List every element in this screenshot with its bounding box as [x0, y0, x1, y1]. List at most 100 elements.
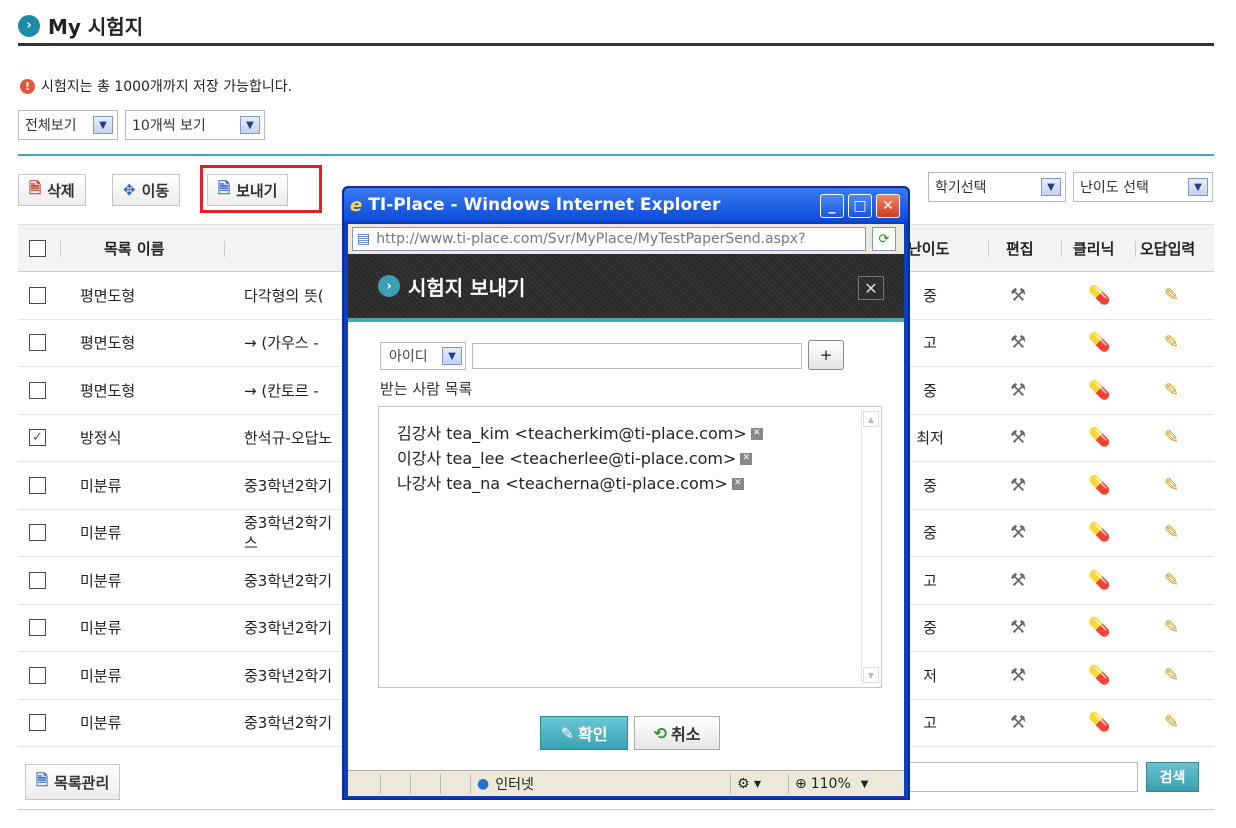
edit-tools-icon[interactable]: ⚒: [1010, 285, 1026, 306]
wrong-answer-note-icon[interactable]: ✎: [1164, 285, 1179, 306]
header-wrong: 오답입력: [1140, 239, 1196, 258]
edit-tools-icon[interactable]: ⚒: [1010, 712, 1026, 733]
list-manage-button[interactable]: 🗎 목록관리: [25, 764, 121, 800]
view-filter-select[interactable]: 전체보기 ▼: [18, 110, 118, 140]
recipient-text: 나강사 tea_na <teacherna@ti-place.com>: [397, 474, 728, 493]
move-button[interactable]: ✥ 이동: [112, 174, 181, 206]
wrong-answer-note-icon[interactable]: ✎: [1164, 522, 1179, 543]
row-title-cont: 스: [244, 533, 258, 552]
search-button[interactable]: 검색: [1146, 762, 1199, 792]
row-checkbox[interactable]: [29, 666, 46, 684]
wrong-answer-note-icon[interactable]: ✎: [1164, 380, 1179, 401]
zoom-icon: ⊕: [795, 776, 807, 792]
edit-tools-icon[interactable]: ⚒: [1010, 522, 1026, 543]
zoom-control[interactable]: ⊕ 110% ▼: [788, 774, 888, 794]
url-field[interactable]: ▤ http://www.ti-place.com/Svr/MyPlace/My…: [352, 227, 866, 251]
remove-icon[interactable]: ✕: [740, 452, 753, 465]
wrong-answer-note-icon[interactable]: ✎: [1164, 665, 1179, 686]
row-checkbox[interactable]: [29, 571, 46, 589]
row-title[interactable]: 중3학년2학기: [244, 712, 332, 733]
row-difficulty: 중: [923, 286, 937, 305]
wrong-answer-note-icon[interactable]: ✎: [1164, 617, 1179, 638]
clinic-pill-icon[interactable]: 💊: [1088, 522, 1110, 543]
scroll-down-icon[interactable]: ▼: [863, 667, 879, 683]
row-checkbox[interactable]: [29, 619, 46, 637]
edit-tools-icon[interactable]: ⚒: [1010, 570, 1026, 591]
row-checkbox[interactable]: [29, 524, 46, 542]
difficulty-select[interactable]: 난이도 선택 ▼: [1073, 172, 1213, 202]
window-close-button[interactable]: ✕: [876, 194, 900, 218]
remove-icon[interactable]: ✕: [750, 427, 763, 440]
row-checkbox[interactable]: [29, 334, 46, 352]
delete-button[interactable]: 🗎 삭제: [18, 174, 86, 206]
minimize-button[interactable]: _: [820, 194, 844, 218]
clinic-pill-icon[interactable]: 💊: [1088, 712, 1110, 733]
row-checkbox[interactable]: [29, 286, 46, 304]
wrong-answer-note-icon[interactable]: ✎: [1164, 427, 1179, 448]
chevron-down-icon[interactable]: ▼: [93, 116, 113, 134]
confirm-button[interactable]: ✎ 확인: [540, 716, 628, 750]
divider: [1135, 241, 1136, 257]
clinic-pill-icon[interactable]: 💊: [1088, 332, 1110, 353]
row-title[interactable]: 다각형의 뜻(: [244, 285, 324, 306]
row-category: 평면도형: [80, 334, 136, 353]
recipient-id-input[interactable]: [472, 343, 802, 369]
manage-list-icon: 🗎: [36, 770, 49, 789]
edit-tools-icon[interactable]: ⚒: [1010, 332, 1026, 353]
row-title[interactable]: 중3학년2학기: [244, 665, 332, 686]
per-page-select[interactable]: 10개씩 보기 ▼: [125, 110, 265, 140]
wrong-answer-note-icon[interactable]: ✎: [1164, 570, 1179, 591]
chevron-down-icon[interactable]: ▼: [861, 779, 869, 790]
semester-select[interactable]: 학기선택 ▼: [928, 172, 1066, 202]
notice: ! 시험지는 총 1000개까지 저장 가능합니다.: [20, 76, 292, 96]
divider: [1061, 241, 1062, 257]
scrollbar[interactable]: ▲ ▼: [861, 409, 879, 685]
chevron-down-icon[interactable]: ▼: [1188, 178, 1208, 196]
chevron-down-icon[interactable]: ▼: [442, 347, 462, 365]
edit-tools-icon[interactable]: ⚒: [1010, 665, 1026, 686]
header-edit: 편집: [1006, 239, 1034, 258]
clinic-pill-icon[interactable]: 💊: [1088, 285, 1110, 306]
row-title[interactable]: → (칸토르 -: [244, 380, 319, 401]
maximize-button[interactable]: □: [848, 194, 872, 218]
row-title[interactable]: 중3학년2학기: [244, 475, 332, 496]
notice-text: 시험지는 총 1000개까지 저장 가능합니다.: [41, 79, 293, 95]
row-checkbox[interactable]: [29, 476, 46, 494]
row-checkbox[interactable]: ✓: [29, 429, 46, 447]
clinic-pill-icon[interactable]: 💊: [1088, 380, 1110, 401]
clinic-pill-icon[interactable]: 💊: [1088, 617, 1110, 638]
clinic-pill-icon[interactable]: 💊: [1088, 665, 1110, 686]
select-all-checkbox[interactable]: [29, 239, 46, 257]
edit-tools-icon[interactable]: ⚒: [1010, 427, 1026, 448]
row-difficulty: 고: [923, 714, 937, 733]
edit-tools-icon[interactable]: ⚒: [1010, 475, 1026, 496]
wrong-answer-note-icon[interactable]: ✎: [1164, 332, 1179, 353]
clinic-pill-icon[interactable]: 💊: [1088, 427, 1110, 448]
row-title[interactable]: → (가우스 -: [244, 332, 319, 353]
ie-status-bar: ● 인터넷 ⚙ ▾ ⊕ 110% ▼: [348, 770, 904, 796]
chevron-down-icon[interactable]: ▼: [1041, 178, 1061, 196]
row-checkbox[interactable]: [29, 714, 46, 732]
chevron-down-icon[interactable]: ▼: [240, 116, 260, 134]
refresh-icon[interactable]: ⟳: [872, 227, 896, 251]
edit-tools-icon[interactable]: ⚒: [1010, 617, 1026, 638]
wrong-answer-note-icon[interactable]: ✎: [1164, 712, 1179, 733]
row-checkbox[interactable]: [29, 381, 46, 399]
row-title[interactable]: 한석규-오답노: [244, 427, 332, 448]
id-type-select[interactable]: 아이디 ▼: [380, 342, 466, 370]
add-recipient-button[interactable]: +: [808, 340, 844, 370]
status-segment: [380, 774, 410, 794]
cancel-button[interactable]: ⟲ 취소: [634, 716, 720, 750]
clinic-pill-icon[interactable]: 💊: [1088, 475, 1110, 496]
protected-mode-icon[interactable]: ⚙ ▾: [730, 774, 780, 794]
edit-tools-icon[interactable]: ⚒: [1010, 380, 1026, 401]
row-title[interactable]: 중3학년2학기: [244, 617, 332, 638]
wrong-answer-note-icon[interactable]: ✎: [1164, 475, 1179, 496]
clinic-pill-icon[interactable]: 💊: [1088, 570, 1110, 591]
dialog-close-icon[interactable]: ✕: [858, 276, 884, 300]
row-title[interactable]: 중3학년2학기: [244, 570, 332, 591]
row-title[interactable]: 중3학년2학기: [244, 513, 332, 533]
scroll-up-icon[interactable]: ▲: [863, 411, 879, 427]
remove-icon[interactable]: ✕: [731, 477, 744, 490]
search-input[interactable]: [905, 762, 1138, 792]
